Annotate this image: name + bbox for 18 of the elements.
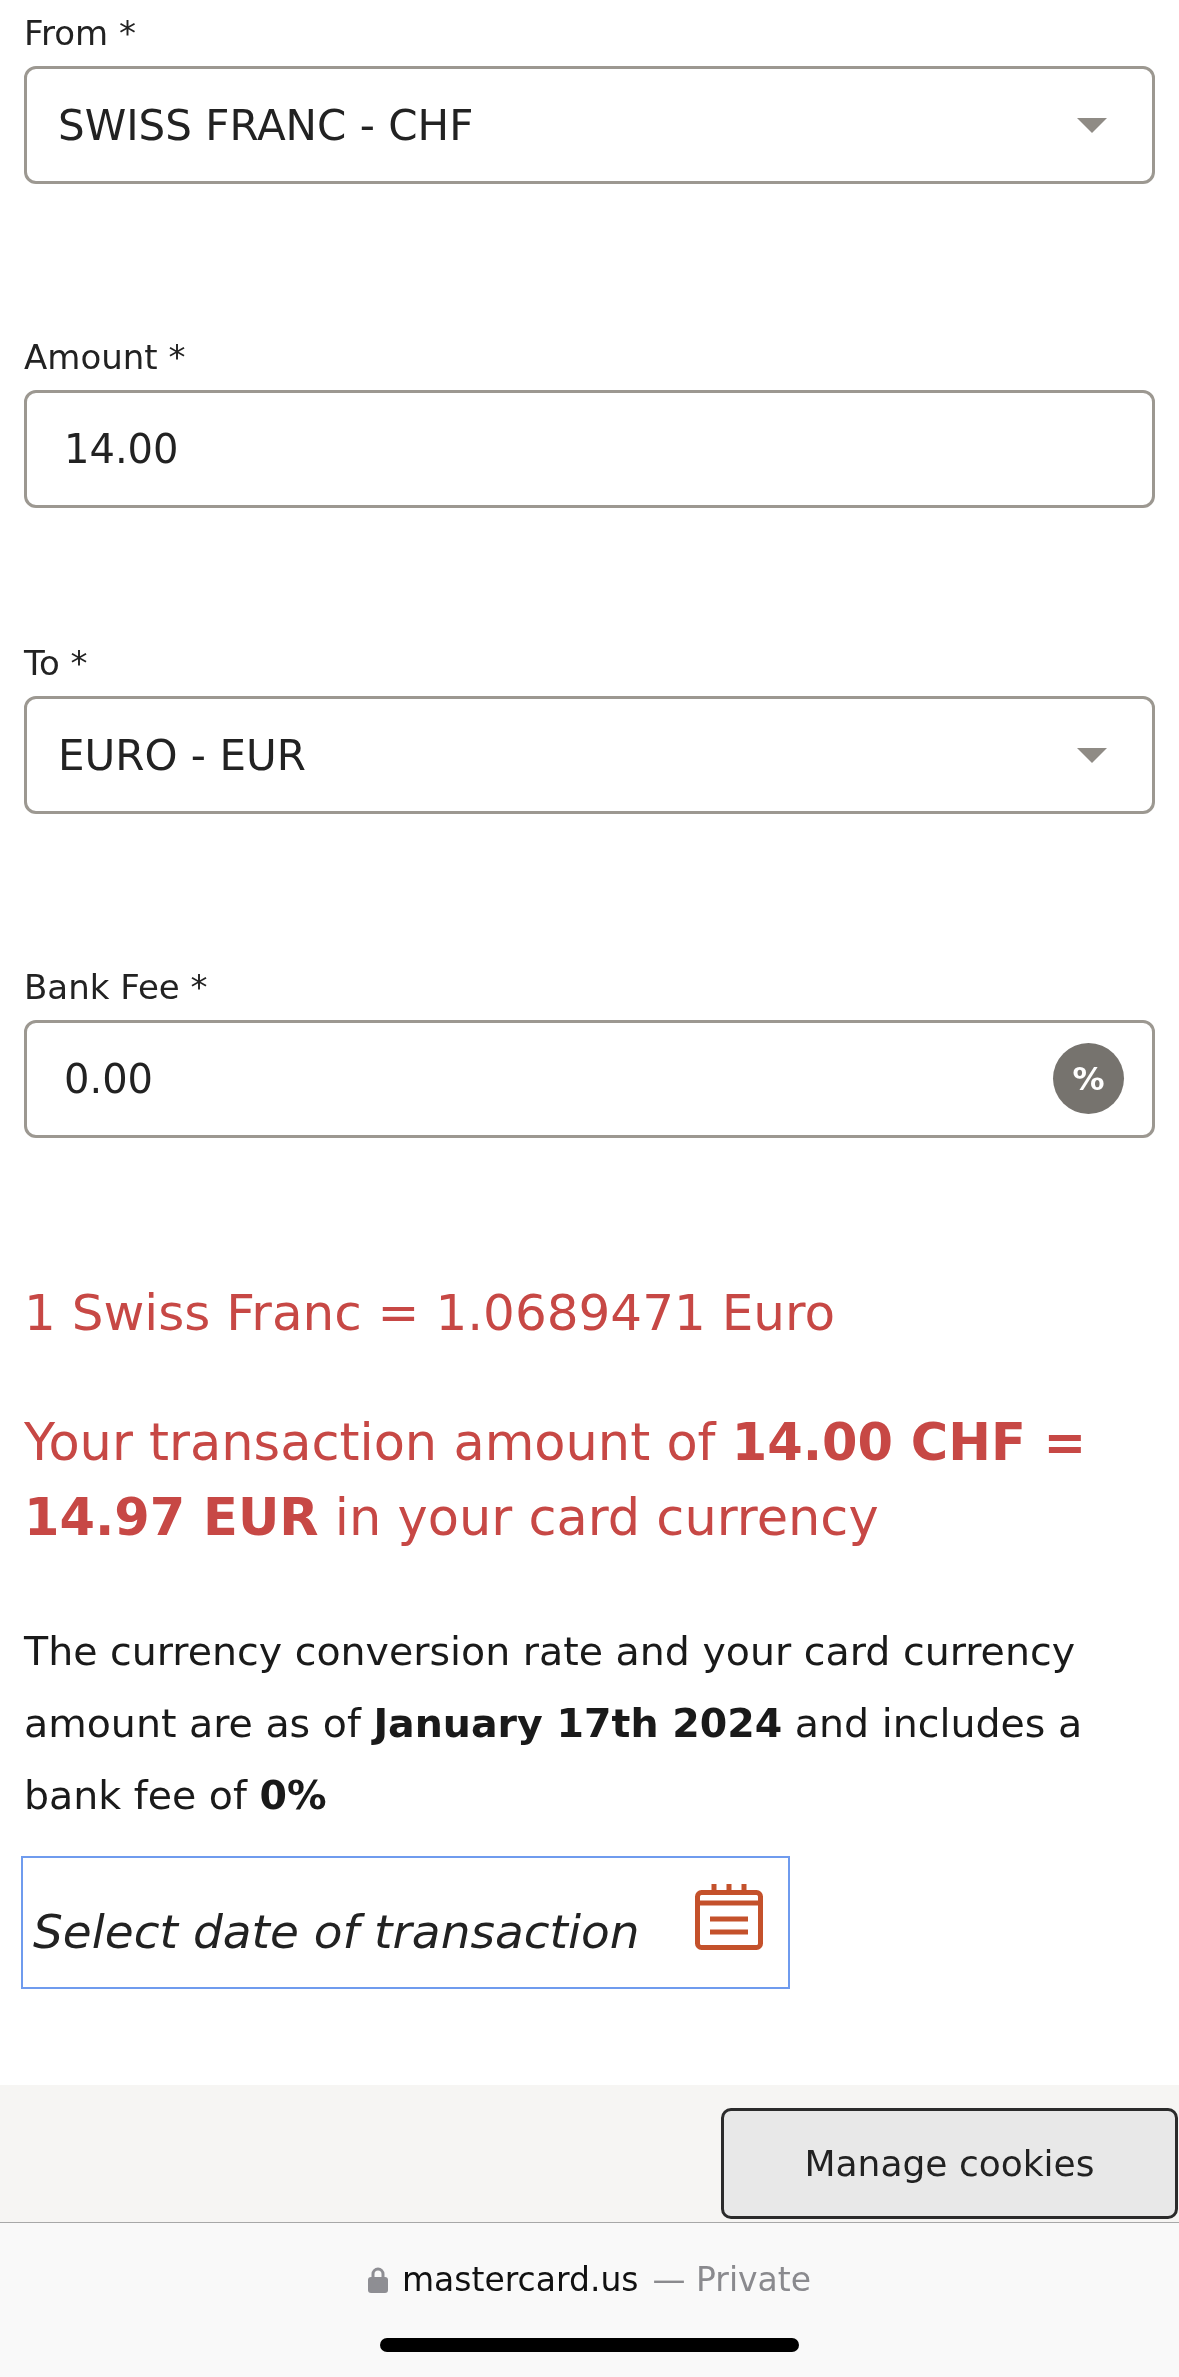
field-label: Amount * bbox=[24, 337, 187, 377]
rate-note-text: The currency conversion rate and your card currency amount are as of January 17th 2024 and includes a bank fee of 0% bbox=[24, 1627, 1084, 1820]
private-mode-label: — Private bbox=[652, 2260, 812, 2300]
calendar-icon[interactable] bbox=[694, 1882, 764, 1950]
url-text[interactable]: mastercard.us bbox=[401, 2260, 639, 2300]
currency-select[interactable]: SWISS FRANC - CHF bbox=[24, 66, 1155, 184]
date-field[interactable]: Select date of transaction bbox=[21, 1856, 790, 1989]
manage-cookies-button[interactable]: Manage cookies bbox=[721, 2108, 1178, 2219]
amount-input[interactable]: 14.00 bbox=[24, 390, 1155, 508]
field-label: From * bbox=[24, 13, 138, 53]
field-label: Bank Fee * bbox=[24, 967, 209, 1007]
caret-icon bbox=[1077, 117, 1107, 133]
field-label: To * bbox=[24, 643, 89, 683]
exchange-rate-text: 1 Swiss Franc = 1.0689471 Euro bbox=[24, 1283, 836, 1344]
lock-icon bbox=[367, 2267, 388, 2293]
currency-select[interactable]: EURO - EUR bbox=[24, 696, 1155, 814]
caret-icon bbox=[1077, 747, 1107, 763]
conversion-result-text: Your transaction amount of 14.00 CHF = 14.97 EUR in your card currency bbox=[24, 1412, 1088, 1549]
